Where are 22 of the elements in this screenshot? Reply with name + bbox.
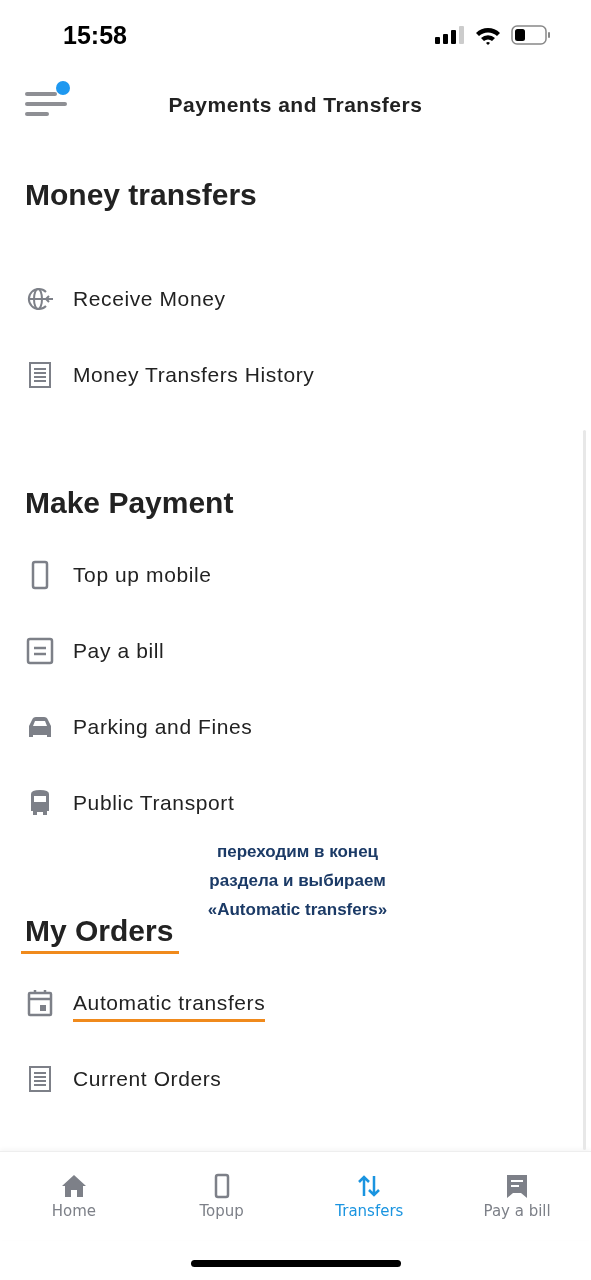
menu-item[interactable]: Money Transfers History [73,359,315,391]
wifi-icon [475,25,501,45]
tab[interactable]: Home [0,1152,148,1240]
tab[interactable]: Topup [147,1152,296,1240]
section-heading: Money transfers [25,177,257,213]
menu-item[interactable]: Receive Money [73,283,226,315]
menu-item[interactable]: Top up mobile [73,559,212,591]
bill-icon [25,636,55,666]
menu-item[interactable]: Public Transport [73,787,235,819]
section-heading: My Orders [21,911,180,951]
status-time: 15:58 [63,20,127,50]
menu-item[interactable]: Current Orders [73,1063,222,1095]
signal-icon [435,26,465,44]
tab[interactable]: Pay a bill [443,1152,591,1240]
section-heading: Make Payment [25,485,234,521]
annotation-note: переходим в конец раздела и выбираем «Automatic transfers» [206,841,389,921]
battery-icon [511,25,551,45]
screen-title: Payments and Transfers [168,93,423,117]
menu-item[interactable]: Pay a bill [73,635,165,667]
menu-item[interactable]: Automatic transfers [73,987,266,1019]
menu-item[interactable]: Parking and Fines [73,711,253,743]
calendar-icon [25,988,55,1018]
